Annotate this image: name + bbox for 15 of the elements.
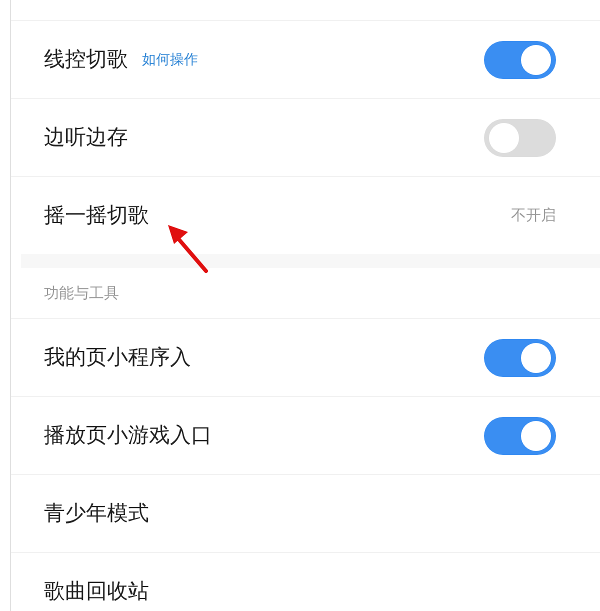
toggle-switch[interactable] bbox=[484, 118, 556, 156]
setting-label: 歌曲回收站 bbox=[44, 580, 149, 604]
setting-label: 边听边存 bbox=[44, 126, 128, 150]
toggle-switch[interactable] bbox=[484, 40, 556, 78]
toggle-switch[interactable] bbox=[484, 416, 556, 454]
setting-value: 不开启 bbox=[511, 206, 556, 225]
toggle-switch[interactable] bbox=[484, 338, 556, 376]
help-link[interactable]: 如何操作 bbox=[142, 50, 198, 68]
setting-label: 线控切歌 bbox=[44, 48, 128, 72]
setting-label: 摇一摇切歌 bbox=[44, 204, 149, 228]
setting-label: 我的页小程序入 bbox=[44, 346, 191, 370]
section-header: 功能与工具 bbox=[43, 282, 120, 304]
setting-label: 播放页小游戏入口 bbox=[44, 424, 212, 448]
setting-label: 青少年模式 bbox=[44, 502, 149, 526]
pointer-arrow bbox=[166, 222, 210, 274]
